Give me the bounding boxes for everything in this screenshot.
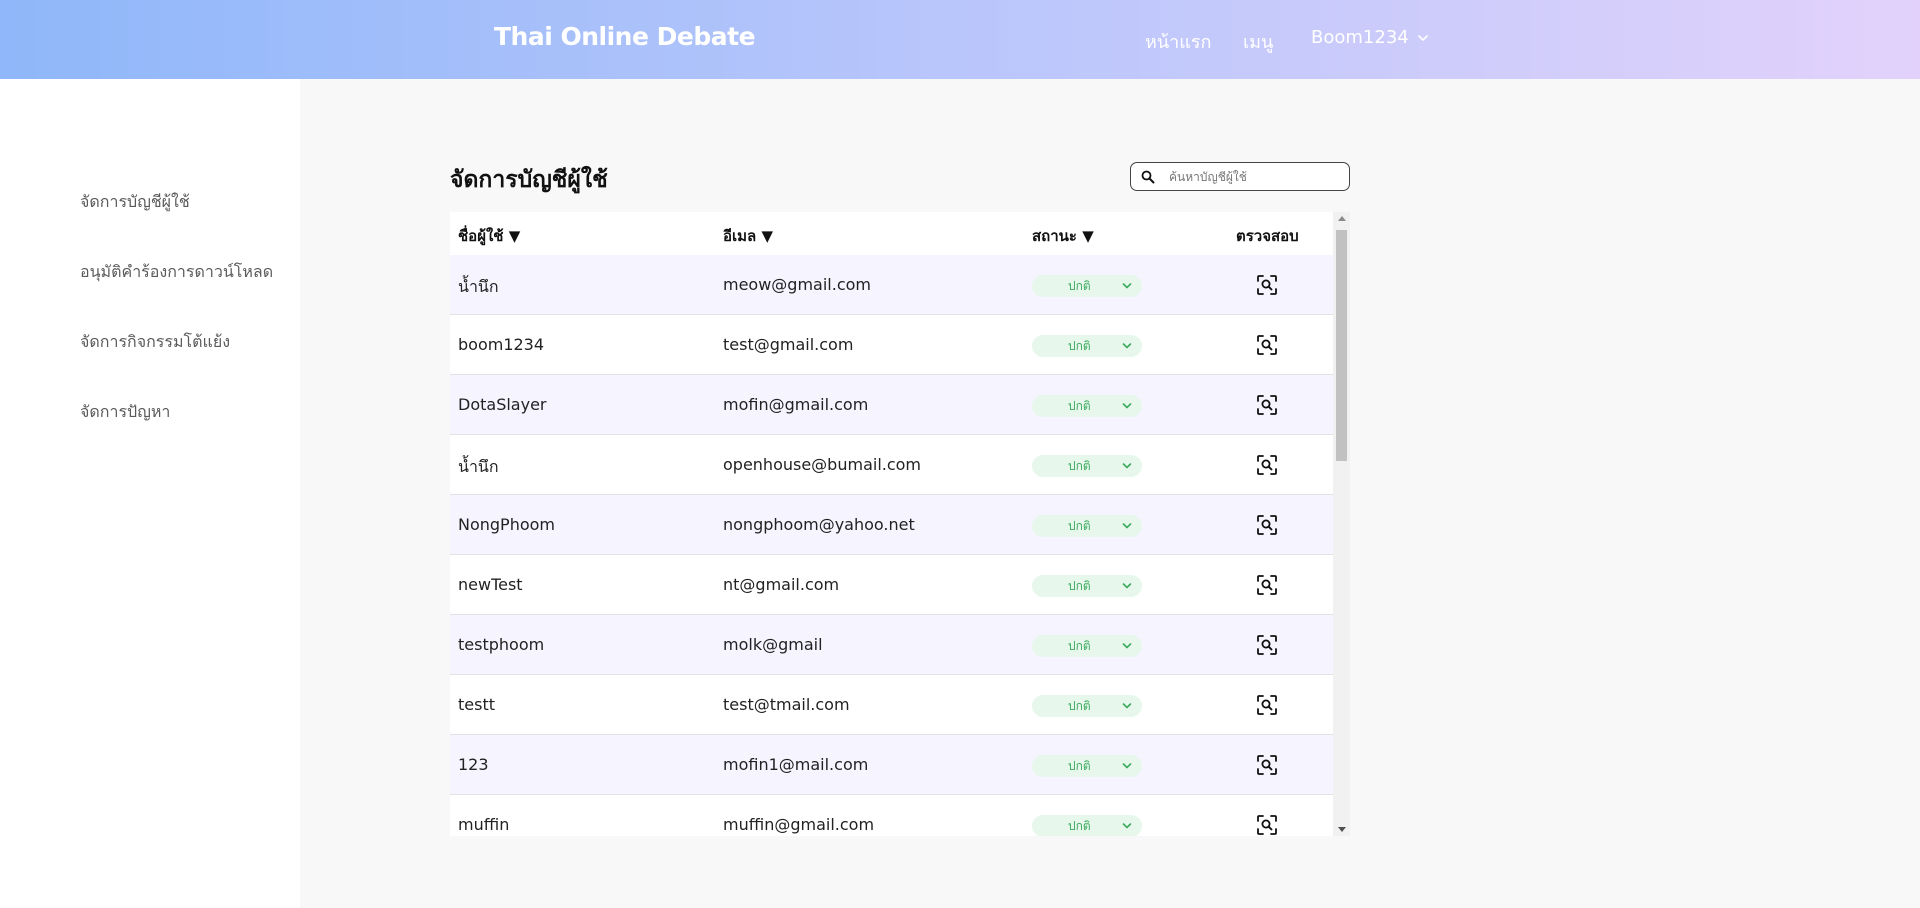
chevron-down-icon [1122, 763, 1132, 769]
table-row: testphoom molk@gmail ปกติ [450, 615, 1333, 675]
cell-username: น้ำนึก [458, 457, 499, 476]
status-label: ปกติ [1068, 818, 1091, 833]
table-row: NongPhoom nongphoom@yahoo.net ปกติ [450, 495, 1333, 555]
table-row: น้ำนึก openhouse@bumail.com ปกติ [450, 435, 1333, 495]
search-box [1130, 162, 1350, 191]
inspect-user-icon[interactable] [1256, 634, 1278, 656]
column-header-username[interactable]: ชื่อผู้ใช้ ▼ [458, 224, 520, 248]
cell-username: DotaSlayer [458, 395, 547, 414]
cell-username: 123 [458, 755, 489, 774]
chevron-down-icon [1122, 463, 1132, 469]
status-label: ปกติ [1068, 758, 1091, 773]
status-dropdown[interactable]: ปกติ [1032, 815, 1142, 836]
table-row: boom1234 test@gmail.com ปกติ [450, 315, 1333, 375]
inspect-user-icon[interactable] [1256, 394, 1278, 416]
status-label: ปกติ [1068, 518, 1091, 533]
status-dropdown[interactable]: ปกติ [1032, 335, 1142, 357]
table-row: 123 mofin1@mail.com ปกติ [450, 735, 1333, 795]
cell-email: nt@gmail.com [723, 575, 840, 594]
sidebar-item-manage-issues[interactable]: จัดการปัญหา [80, 400, 170, 425]
cell-username: boom1234 [458, 335, 545, 354]
cell-username: newTest [458, 575, 523, 594]
status-dropdown[interactable]: ปกติ [1032, 755, 1142, 777]
cell-email: mofin1@mail.com [723, 755, 869, 774]
sidebar-item-manage-debates[interactable]: จัดการกิจกรรมโต้แย้ง [80, 330, 230, 355]
inspect-user-icon[interactable] [1256, 694, 1278, 716]
search-input[interactable] [1169, 169, 1339, 184]
table-row: newTest nt@gmail.com ปกติ [450, 555, 1333, 615]
chevron-down-icon [1122, 283, 1132, 289]
cell-email: test@tmail.com [723, 695, 850, 714]
chevron-down-icon [1122, 583, 1132, 589]
user-menu-label: Boom1234 [1311, 27, 1409, 48]
table-row: น้ำนึก meow@gmail.com ปกติ [450, 255, 1333, 315]
status-dropdown[interactable]: ปกติ [1032, 515, 1142, 537]
search-icon [1141, 170, 1155, 183]
scroll-thumb[interactable] [1336, 230, 1347, 461]
status-label: ปกติ [1068, 398, 1091, 413]
cell-username: testphoom [458, 635, 545, 654]
status-dropdown[interactable]: ปกติ [1032, 575, 1142, 597]
inspect-user-icon[interactable] [1256, 454, 1278, 476]
table-scrollbar[interactable] [1333, 212, 1350, 836]
user-menu-dropdown[interactable]: Boom1234 [1311, 27, 1429, 48]
status-label: ปกติ [1068, 278, 1091, 293]
scroll-up-arrow-icon[interactable] [1338, 216, 1346, 221]
sidebar-item-download-requests[interactable]: อนุมัติคำร้องการดาวน์โหลด [80, 260, 273, 285]
status-label: ปกติ [1068, 638, 1091, 653]
nav-menu-link[interactable]: เมนู [1243, 27, 1273, 56]
status-label: ปกติ [1068, 338, 1091, 353]
column-header-inspect: ตรวจสอบ [1236, 227, 1299, 245]
cell-email: mofin@gmail.com [723, 395, 869, 414]
inspect-user-icon[interactable] [1256, 754, 1278, 776]
top-navbar: Thai Online Debate หน้าแรก เมนู Boom1234 [0, 0, 1920, 79]
status-dropdown[interactable]: ปกติ [1032, 275, 1142, 297]
chevron-down-icon [1122, 703, 1132, 709]
cell-username: muffin [458, 815, 510, 834]
nav-home-link[interactable]: หน้าแรก [1145, 27, 1211, 56]
cell-username: NongPhoom [458, 515, 556, 534]
status-dropdown[interactable]: ปกติ [1032, 395, 1142, 417]
status-label: ปกติ [1068, 578, 1091, 593]
cell-email: molk@gmail [723, 635, 823, 654]
chevron-down-icon [1417, 34, 1428, 41]
cell-email: test@gmail.com [723, 335, 854, 354]
column-header-email[interactable]: อีเมล ▼ [723, 224, 773, 248]
cell-email: muffin@gmail.com [723, 815, 875, 834]
table-row: DotaSlayer mofin@gmail.com ปกติ [450, 375, 1333, 435]
accounts-table: ชื่อผู้ใช้ ▼ อีเมล ▼ สถานะ ▼ ตรวจสอบ น้ำ… [450, 212, 1350, 836]
table-header: ชื่อผู้ใช้ ▼ อีเมล ▼ สถานะ ▼ ตรวจสอบ [450, 212, 1333, 255]
cell-email: nongphoom@yahoo.net [723, 515, 915, 534]
inspect-user-icon[interactable] [1256, 814, 1278, 836]
inspect-user-icon[interactable] [1256, 334, 1278, 356]
sidebar-item-manage-accounts[interactable]: จัดการบัญชีผู้ใช้ [80, 190, 190, 215]
table-row: muffin muffin@gmail.com ปกติ [450, 795, 1333, 836]
status-dropdown[interactable]: ปกติ [1032, 455, 1142, 477]
page-title: จัดการบัญชีผู้ใช้ [450, 167, 608, 193]
status-label: ปกติ [1068, 698, 1091, 713]
cell-username: testt [458, 695, 495, 714]
cell-username: น้ำนึก [458, 277, 499, 296]
sidebar: จัดการบัญชีผู้ใช้ อนุมัติคำร้องการดาวน์โ… [0, 79, 300, 908]
table-row: testt test@tmail.com ปกติ [450, 675, 1333, 735]
status-dropdown[interactable]: ปกติ [1032, 695, 1142, 717]
inspect-user-icon[interactable] [1256, 514, 1278, 536]
column-header-status[interactable]: สถานะ ▼ [1032, 224, 1094, 248]
chevron-down-icon [1122, 403, 1132, 409]
chevron-down-icon [1122, 643, 1132, 649]
chevron-down-icon [1122, 523, 1132, 529]
app-title[interactable]: Thai Online Debate [494, 22, 756, 51]
status-dropdown[interactable]: ปกติ [1032, 635, 1142, 657]
status-label: ปกติ [1068, 458, 1091, 473]
inspect-user-icon[interactable] [1256, 274, 1278, 296]
cell-email: meow@gmail.com [723, 275, 871, 294]
inspect-user-icon[interactable] [1256, 574, 1278, 596]
table-body: น้ำนึก meow@gmail.com ปกติ boom1234 test… [450, 255, 1333, 836]
scroll-down-arrow-icon[interactable] [1338, 827, 1346, 832]
chevron-down-icon [1122, 343, 1132, 349]
cell-email: openhouse@bumail.com [723, 455, 922, 474]
chevron-down-icon [1122, 823, 1132, 829]
